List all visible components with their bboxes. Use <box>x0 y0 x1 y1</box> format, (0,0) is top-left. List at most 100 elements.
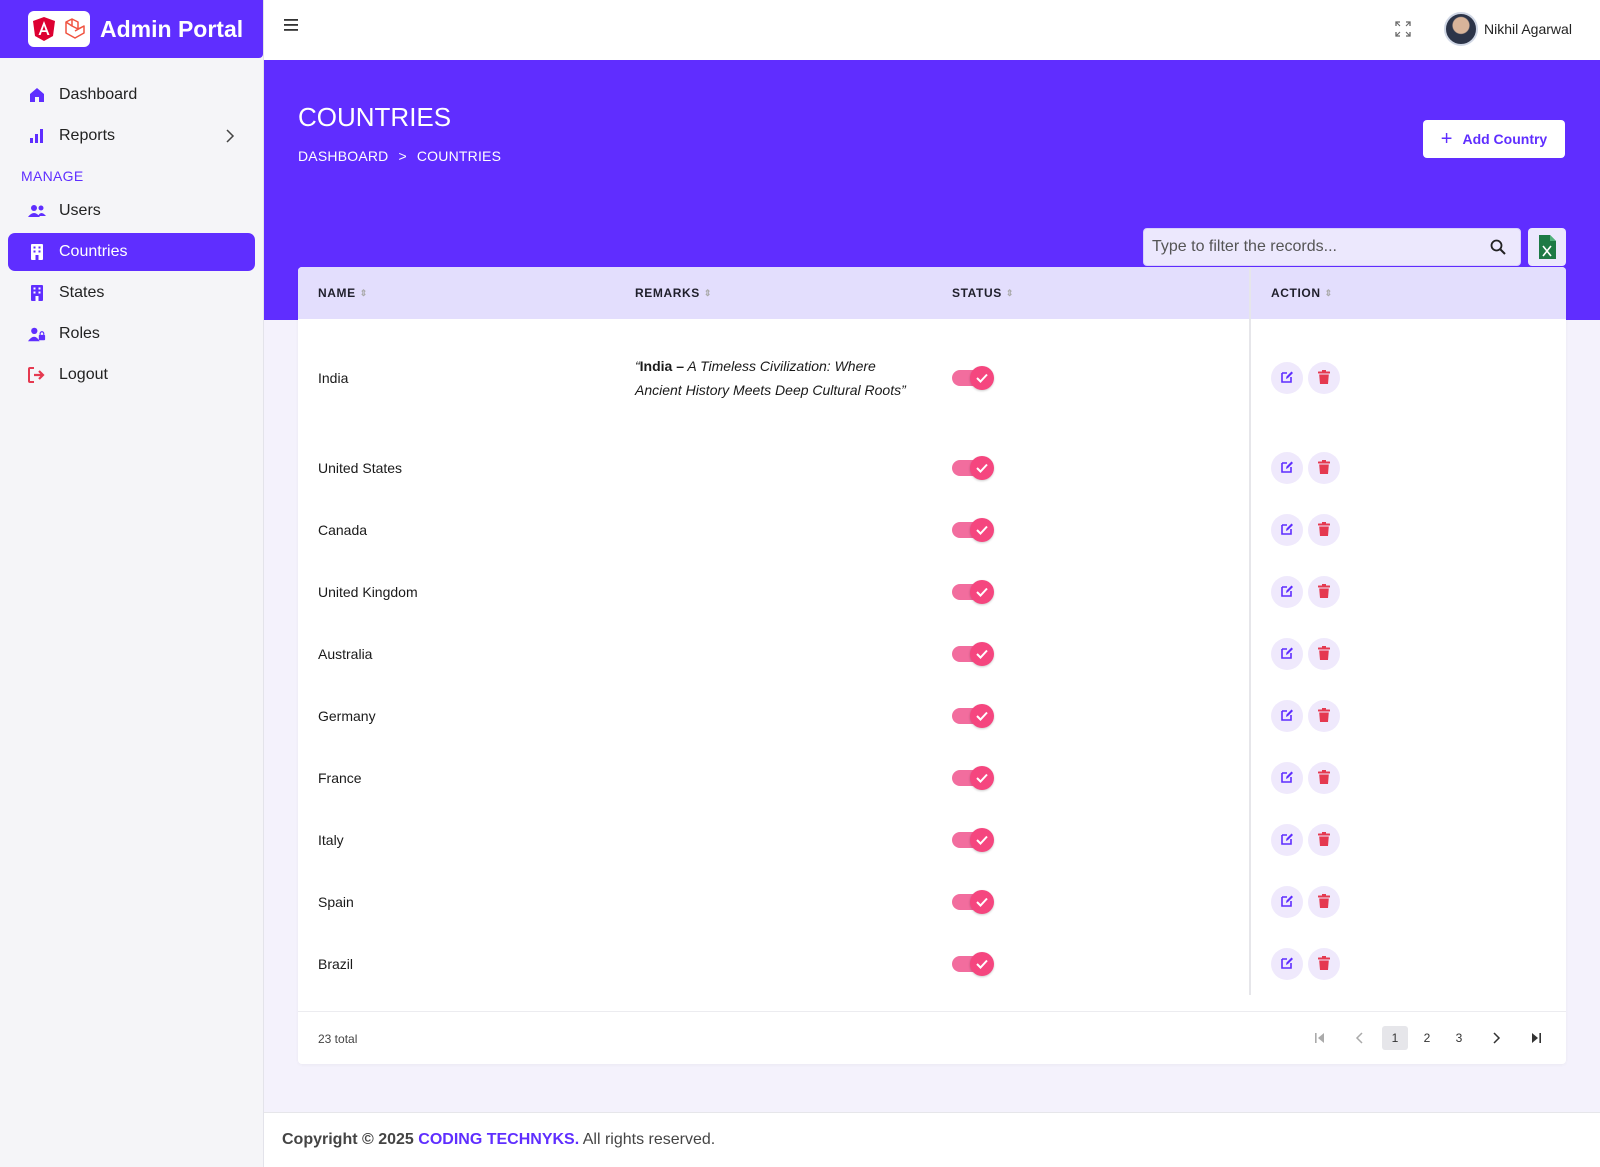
status-toggle[interactable] <box>952 580 994 604</box>
delete-button[interactable] <box>1308 514 1340 546</box>
avatar[interactable] <box>1444 12 1478 46</box>
trash-icon <box>1318 955 1330 973</box>
company-link[interactable]: CODING TECHNYKS. <box>418 1131 579 1148</box>
delete-button[interactable] <box>1308 638 1340 670</box>
cell-remarks <box>615 499 932 561</box>
cell-action <box>1249 933 1566 995</box>
cell-action <box>1249 437 1566 499</box>
prev-page-button[interactable] <box>1344 1026 1376 1050</box>
filter-input[interactable] <box>1144 229 1474 265</box>
page-button-3[interactable]: 3 <box>1446 1026 1472 1050</box>
laravel-logo-icon <box>64 18 85 39</box>
edit-button[interactable] <box>1271 514 1303 546</box>
status-toggle[interactable] <box>952 952 994 976</box>
menu-toggle-icon[interactable] <box>284 18 300 32</box>
trash-icon <box>1318 459 1330 477</box>
edit-button[interactable] <box>1271 638 1303 670</box>
pagination: 1 2 3 <box>1296 1026 1552 1050</box>
status-toggle[interactable] <box>952 766 994 790</box>
search-icon[interactable] <box>1490 239 1506 260</box>
building-icon <box>28 243 46 261</box>
home-icon <box>28 86 46 104</box>
status-toggle[interactable] <box>952 518 994 542</box>
sidebar-nav: Dashboard Reports MANAGE Users Countries <box>0 58 263 394</box>
delete-button[interactable] <box>1308 576 1340 608</box>
edit-button[interactable] <box>1271 576 1303 608</box>
delete-button[interactable] <box>1308 886 1340 918</box>
table-row: Australia <box>298 623 1566 685</box>
brand-header[interactable]: Admin Portal <box>0 0 263 58</box>
delete-button[interactable] <box>1308 700 1340 732</box>
first-page-button[interactable] <box>1304 1026 1336 1050</box>
breadcrumb: DASHBOARD > COUNTRIES <box>298 148 511 164</box>
status-toggle[interactable] <box>952 456 994 480</box>
trash-icon <box>1318 893 1330 911</box>
cell-status <box>932 685 1249 747</box>
trash-icon <box>1318 369 1330 387</box>
edit-button[interactable] <box>1271 886 1303 918</box>
sidebar-item-states[interactable]: States <box>8 274 255 312</box>
column-header-name[interactable]: NAME ⇕ <box>298 267 615 319</box>
delete-button[interactable] <box>1308 762 1340 794</box>
column-header-status[interactable]: STATUS ⇕ <box>932 267 1249 319</box>
export-excel-button[interactable] <box>1528 228 1566 266</box>
add-country-button[interactable]: + Add Country <box>1423 120 1565 158</box>
edit-button[interactable] <box>1271 700 1303 732</box>
breadcrumb-dashboard[interactable]: DASHBOARD <box>298 148 388 164</box>
check-icon <box>970 952 994 976</box>
status-toggle[interactable] <box>952 366 994 390</box>
delete-button[interactable] <box>1308 948 1340 980</box>
cell-name: United Kingdom <box>318 584 418 600</box>
next-page-button[interactable] <box>1480 1026 1512 1050</box>
cell-remarks <box>615 561 932 623</box>
delete-button[interactable] <box>1308 452 1340 484</box>
last-page-button[interactable] <box>1520 1026 1552 1050</box>
column-header-remarks[interactable]: REMARKS ⇕ <box>615 267 932 319</box>
cell-name: United States <box>318 460 403 476</box>
cell-name: Spain <box>318 894 354 910</box>
cell-status <box>932 319 1249 437</box>
plus-icon: + <box>1440 128 1453 150</box>
sidebar-item-reports[interactable]: Reports <box>8 117 255 155</box>
user-name[interactable]: Nikhil Agarwal <box>1484 21 1572 37</box>
sidebar-section-manage: MANAGE <box>21 168 84 184</box>
table-row: France <box>298 747 1566 809</box>
sort-icon: ⇕ <box>1005 287 1014 298</box>
status-toggle[interactable] <box>952 642 994 666</box>
users-icon <box>28 202 46 220</box>
edit-button[interactable] <box>1271 824 1303 856</box>
status-toggle[interactable] <box>952 704 994 728</box>
trash-icon <box>1318 707 1330 725</box>
trash-icon <box>1318 769 1330 787</box>
user-lock-icon <box>28 325 46 343</box>
sidebar-item-users[interactable]: Users <box>8 192 255 230</box>
cell-status <box>932 809 1249 871</box>
cell-action <box>1249 809 1566 871</box>
table-row: Italy <box>298 809 1566 871</box>
table-row: India “India – A Timeless Civilization: W… <box>298 319 1566 437</box>
cell-action <box>1249 685 1566 747</box>
fullscreen-icon[interactable] <box>1394 20 1412 43</box>
excel-icon <box>1539 235 1556 259</box>
column-header-action[interactable]: ACTION ⇕ <box>1249 267 1566 319</box>
page-button-2[interactable]: 2 <box>1414 1026 1440 1050</box>
table-row: Canada <box>298 499 1566 561</box>
sidebar-item-label: States <box>59 284 105 301</box>
sidebar-item-dashboard[interactable]: Dashboard <box>8 76 255 114</box>
sidebar-item-logout[interactable]: Logout <box>8 356 255 394</box>
status-toggle[interactable] <box>952 828 994 852</box>
status-toggle[interactable] <box>952 890 994 914</box>
cell-remarks: “India – A Timeless Civilization: Where … <box>615 319 932 437</box>
sidebar-item-countries[interactable]: Countries <box>8 233 255 271</box>
edit-button[interactable] <box>1271 948 1303 980</box>
cell-name: India <box>318 370 349 386</box>
edit-button[interactable] <box>1271 362 1303 394</box>
edit-button[interactable] <box>1271 452 1303 484</box>
edit-icon <box>1280 370 1294 387</box>
sidebar-item-roles[interactable]: Roles <box>8 315 255 353</box>
delete-button[interactable] <box>1308 362 1340 394</box>
page-button-1[interactable]: 1 <box>1382 1026 1408 1050</box>
delete-button[interactable] <box>1308 824 1340 856</box>
edit-button[interactable] <box>1271 762 1303 794</box>
sidebar-item-label: Reports <box>59 127 116 144</box>
